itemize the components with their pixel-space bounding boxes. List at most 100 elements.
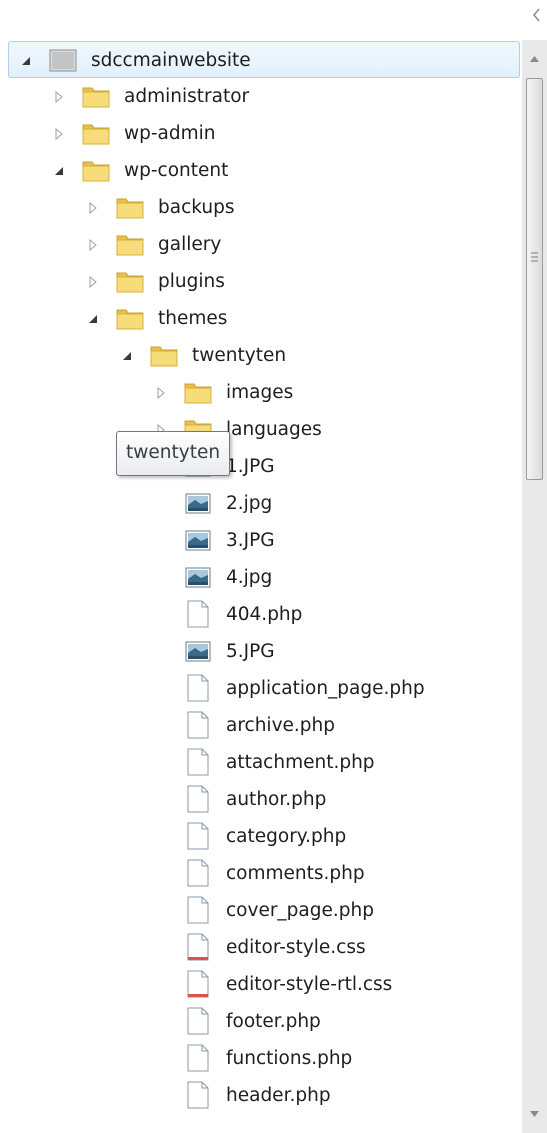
tree-item[interactable]: 5.JPG xyxy=(0,633,522,670)
tree-item[interactable]: wp-admin xyxy=(0,115,522,152)
tree-item[interactable]: themes xyxy=(0,300,522,337)
tree-item[interactable]: application_page.php xyxy=(0,670,522,707)
folder-icon xyxy=(81,82,111,110)
expanded-arrow-icon[interactable] xyxy=(86,311,100,325)
document-icon xyxy=(183,711,213,739)
image-file-icon xyxy=(183,526,213,554)
document-icon xyxy=(183,748,213,776)
document-icon xyxy=(183,785,213,813)
tree-item-label: category.php xyxy=(226,826,347,847)
tree-item-label: 3.JPG xyxy=(226,530,275,551)
scroll-thumb[interactable] xyxy=(526,78,543,480)
tree-item-label: application_page.php xyxy=(226,678,425,699)
tree-item[interactable]: 404.php xyxy=(0,596,522,633)
drive-icon xyxy=(48,46,78,74)
tree-item[interactable]: header.php xyxy=(0,1077,522,1114)
tree-item[interactable]: cover_page.php xyxy=(0,892,522,929)
collapsed-arrow-icon[interactable] xyxy=(86,200,100,215)
collapsed-arrow-icon[interactable] xyxy=(52,89,66,104)
expanded-arrow-icon[interactable] xyxy=(120,348,134,362)
collapsed-arrow-icon[interactable] xyxy=(52,126,66,141)
tree-item-label: editor-style.css xyxy=(226,937,366,958)
tree-item-label: comments.php xyxy=(226,863,365,884)
folder-icon xyxy=(183,378,213,406)
tree-item-label: sdccmainwebsite xyxy=(91,50,251,71)
tree-item[interactable]: languages xyxy=(0,411,522,448)
collapsed-arrow-icon[interactable] xyxy=(154,385,168,400)
tree-item-label: archive.php xyxy=(226,715,335,736)
tree-item[interactable]: 1.JPG xyxy=(0,448,522,485)
tree-item-label: administrator xyxy=(124,86,250,107)
image-file-icon xyxy=(183,489,213,517)
tree-item[interactable]: 4.jpg xyxy=(0,559,522,596)
tree-item-label: wp-admin xyxy=(124,123,216,144)
document-icon xyxy=(183,1007,213,1035)
document-icon xyxy=(183,674,213,702)
tree-item-label: plugins xyxy=(158,271,225,292)
tree-item-label: gallery xyxy=(158,234,222,255)
collapsed-arrow-icon[interactable] xyxy=(86,237,100,252)
tree-item-label: 2.jpg xyxy=(226,493,273,514)
tree-item[interactable]: comments.php xyxy=(0,855,522,892)
tree-item-label: languages xyxy=(226,419,322,440)
tree-item[interactable]: 2.jpg xyxy=(0,485,522,522)
tree-item-label: 5.JPG xyxy=(226,641,275,662)
tree-item-label: header.php xyxy=(226,1085,331,1106)
tree-item[interactable]: wp-content xyxy=(0,152,522,189)
folder-icon xyxy=(115,230,145,258)
document-icon xyxy=(183,896,213,924)
document-icon xyxy=(183,822,213,850)
tree-item[interactable]: footer.php xyxy=(0,1003,522,1040)
image-file-icon xyxy=(183,637,213,665)
expanded-arrow-icon[interactable] xyxy=(19,53,33,67)
vertical-scrollbar[interactable] xyxy=(522,40,547,1133)
tree-item[interactable]: author.php xyxy=(0,781,522,818)
folder-icon xyxy=(115,267,145,295)
tree-item[interactable]: administrator xyxy=(0,78,522,115)
tree-item[interactable]: sdccmainwebsite xyxy=(8,41,520,78)
grip-icon xyxy=(531,252,538,262)
tree-item-label: author.php xyxy=(226,789,327,810)
tree-item-label: twentyten xyxy=(192,345,287,366)
tree-item-label: cover_page.php xyxy=(226,900,374,921)
tree-item-label: images xyxy=(226,382,294,403)
folder-icon xyxy=(81,156,111,184)
tree-item[interactable]: editor-style-rtl.css xyxy=(0,966,522,1003)
document-icon xyxy=(183,859,213,887)
document-icon xyxy=(183,1081,213,1109)
tree-item[interactable]: gallery xyxy=(0,226,522,263)
tree-item-label: functions.php xyxy=(226,1048,353,1069)
tree-item[interactable]: editor-style.css xyxy=(0,929,522,966)
tree-item-label: editor-style-rtl.css xyxy=(226,974,393,995)
tree-item-label: 1.JPG xyxy=(226,456,275,477)
tree-item-label: attachment.php xyxy=(226,752,375,773)
tree-item-label: 4.jpg xyxy=(226,567,273,588)
tree-item-label: backups xyxy=(158,197,235,218)
scroll-down-arrow-icon[interactable] xyxy=(522,1097,547,1133)
tree-item-label: footer.php xyxy=(226,1011,321,1032)
tree-item-label: wp-content xyxy=(124,160,229,181)
tree-item[interactable]: category.php xyxy=(0,818,522,855)
tree-item[interactable]: plugins xyxy=(0,263,522,300)
tooltip: twentyten xyxy=(116,431,231,476)
css-file-icon xyxy=(183,933,213,961)
tree-item[interactable]: 3.JPG xyxy=(0,522,522,559)
tree-item[interactable]: twentyten xyxy=(0,337,522,374)
scroll-up-arrow-icon[interactable] xyxy=(522,40,547,76)
tree-item-label: themes xyxy=(158,308,228,329)
document-icon xyxy=(183,600,213,628)
document-icon xyxy=(183,1044,213,1072)
folder-icon xyxy=(149,341,179,369)
tree-item[interactable]: archive.php xyxy=(0,707,522,744)
tree-item[interactable]: backups xyxy=(0,189,522,226)
folder-icon xyxy=(115,193,145,221)
tree-item[interactable]: images xyxy=(0,374,522,411)
collapsed-arrow-icon[interactable] xyxy=(86,274,100,289)
folder-icon xyxy=(81,119,111,147)
collapse-chevron-icon[interactable] xyxy=(531,6,543,24)
tree-item[interactable]: functions.php xyxy=(0,1040,522,1077)
tree-item[interactable]: attachment.php xyxy=(0,744,522,781)
image-file-icon xyxy=(183,563,213,591)
expanded-arrow-icon[interactable] xyxy=(52,163,66,177)
css-file-icon xyxy=(183,970,213,998)
